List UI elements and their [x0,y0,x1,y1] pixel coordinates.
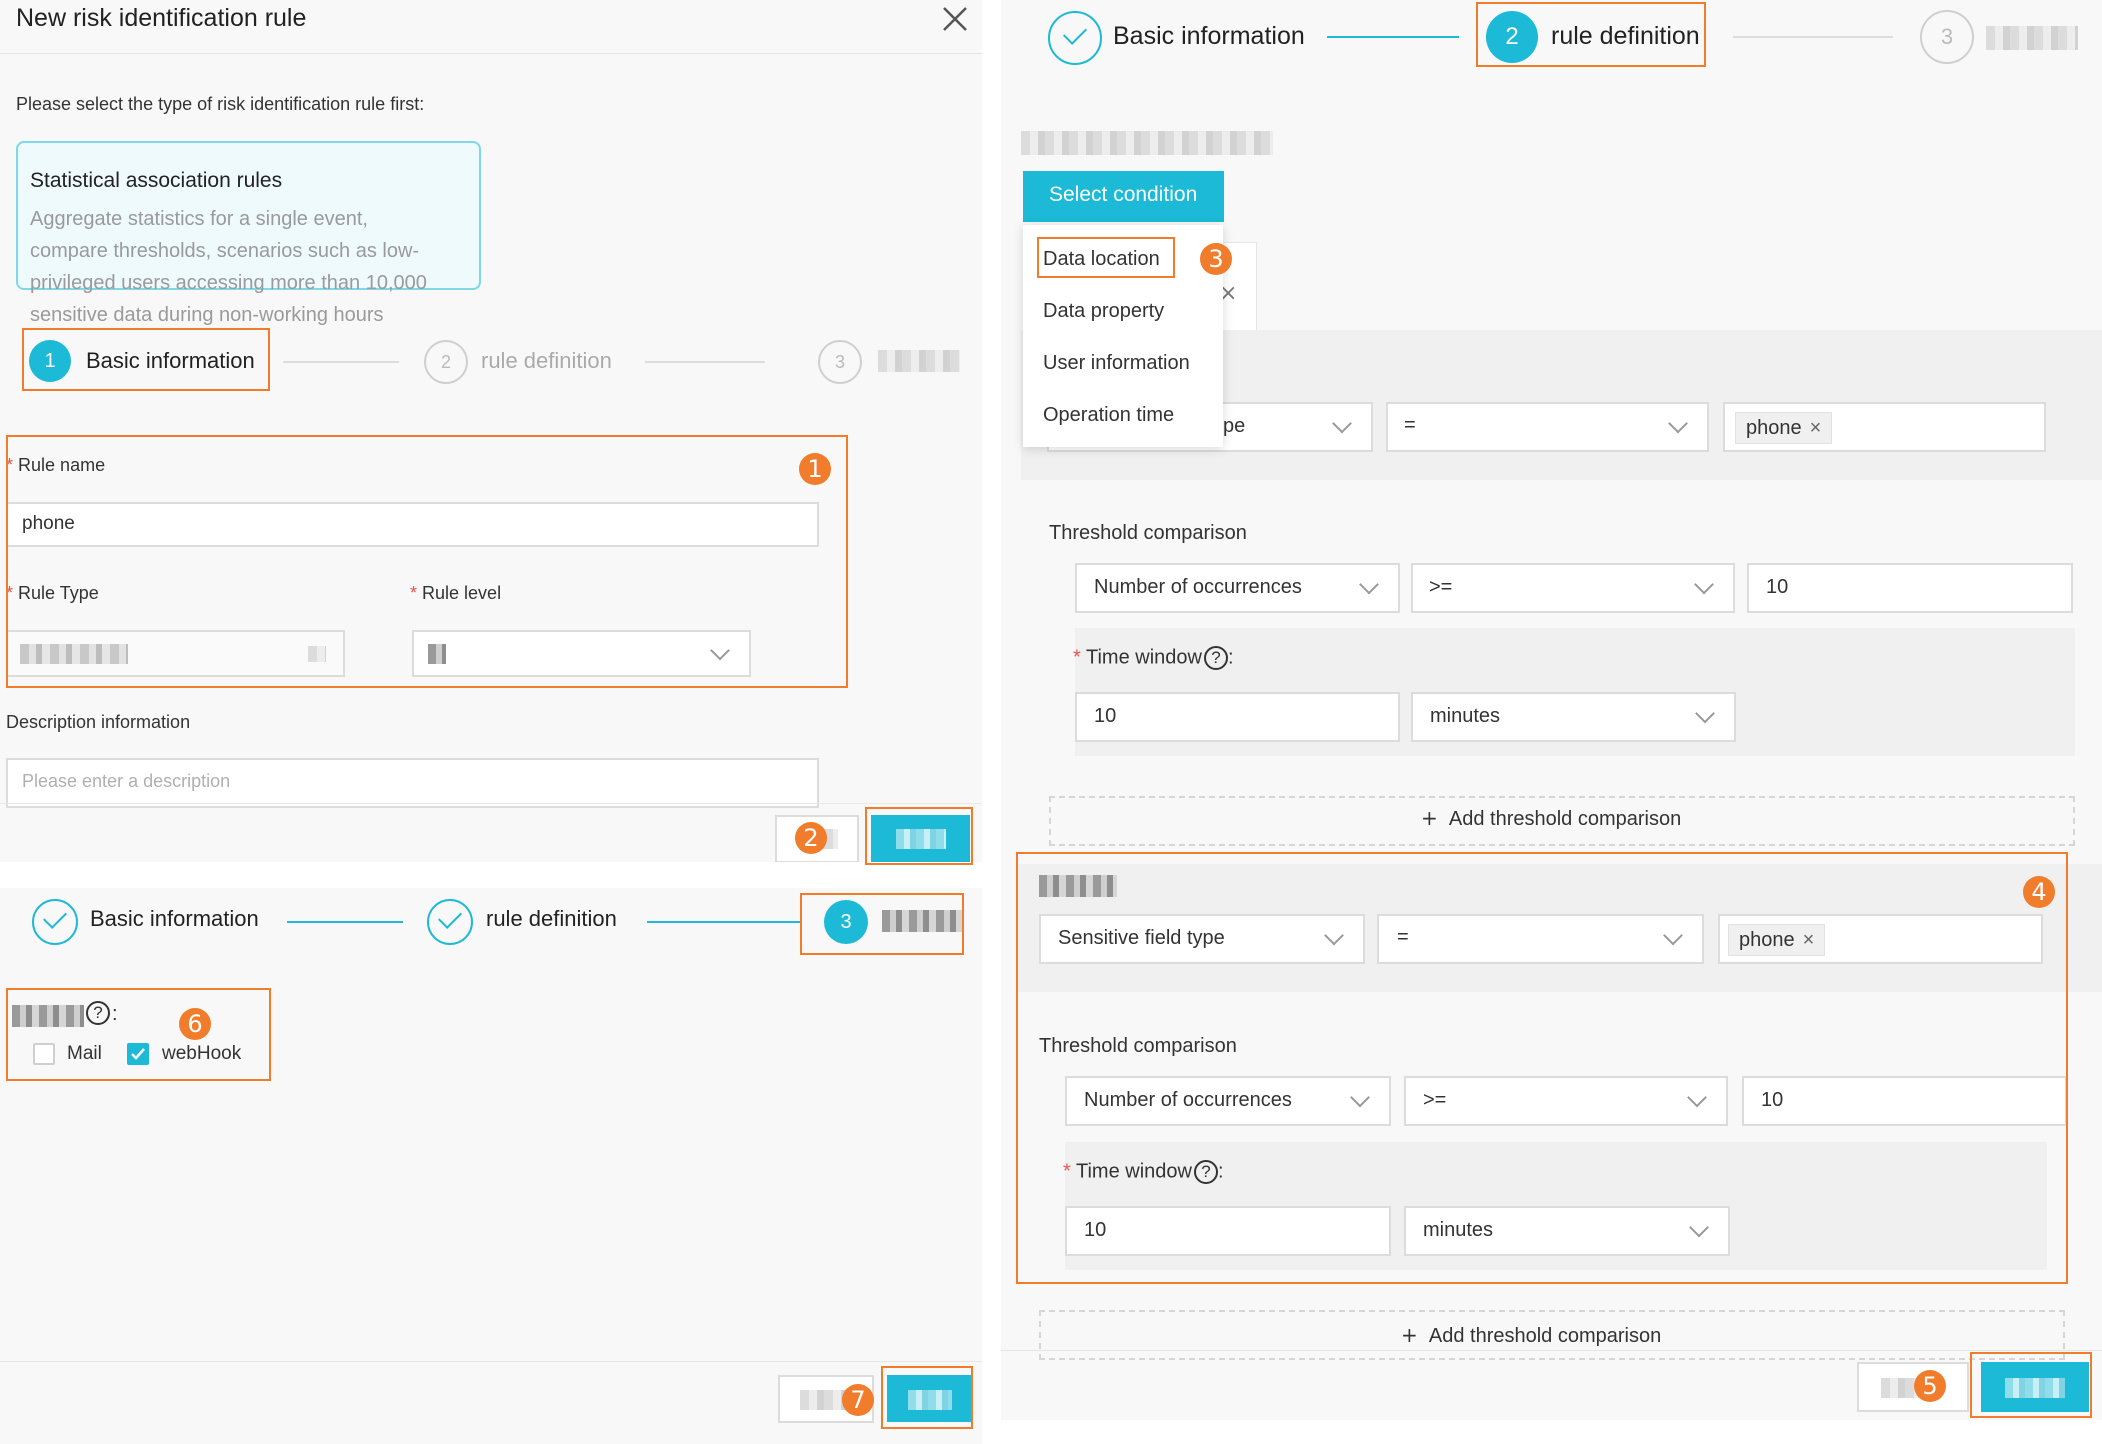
chevron-down-icon [1332,413,1352,434]
section-title-blurred [1021,131,1273,155]
tag-close-icon[interactable]: × [1810,413,1822,443]
dropdown-item-operation-time[interactable]: Operation time [1043,404,1174,427]
condition-field-partial: pe [1223,415,1246,437]
title-divider [0,53,982,54]
highlight-notify-method [6,988,271,1081]
condition-operator-select[interactable] [1386,402,1709,452]
highlight-step-rule-definition [1476,2,1706,67]
footer-divider [0,1361,982,1362]
highlight-step-basic-information [22,328,270,391]
rule-type-prompt: Please select the type of risk identific… [16,94,425,114]
step-1-label: Basic information [90,906,259,931]
card-desc-line: privileged users accessing more than 10,… [30,272,427,294]
highlight-next-button-panel1 [865,807,973,865]
marker-4: 4 [2023,876,2055,908]
step-connector [645,361,765,363]
step-done-check-icon [1048,11,1102,65]
plus-icon: + [1421,806,1438,830]
chevron-down-icon [1695,703,1715,724]
threshold-comparison-label: Threshold comparison [1049,522,1247,544]
marker-5: 5 [1914,1370,1946,1402]
phone-tag: phone × [1735,412,1833,444]
chevron-down-icon [1668,413,1688,434]
marker-6: 6 [179,1008,211,1040]
description-placeholder: Please enter a description [22,771,231,791]
step-3-circle: 3 [1920,10,1974,64]
marker-2: 2 [795,822,827,854]
condition-operator-value: = [1404,414,1416,436]
highlight-complete-button [881,1366,973,1429]
footer-divider [1001,1350,2102,1351]
dropdown-item-user-information[interactable]: User information [1043,352,1190,375]
highlight-data-location [1037,237,1175,278]
question-circle-icon: ? [1203,646,1228,670]
marker-3: 3 [1200,243,1232,275]
threshold-value-input[interactable] [1747,563,2073,613]
step-connector [647,921,800,923]
step-connector [283,361,399,363]
description-label: Description information [6,712,191,732]
step-2-label: rule definition [481,348,612,373]
dialog-title: New risk identification rule [16,4,307,32]
add-threshold-label: + Add threshold comparison [1421,806,1682,830]
step-3-label-blurred [878,350,960,372]
card-desc-line: compare thresholds, scenarios such as lo… [30,240,420,262]
select-condition-label: Select condition [1049,183,1198,206]
step-2-label: rule definition [486,906,617,931]
previous-button-label-blurred [800,1390,848,1410]
step-1-label: Basic information [1113,22,1305,50]
step-done-check-icon [427,899,473,945]
close-icon[interactable] [940,4,970,34]
time-window-label: * Time window?: [1073,646,1234,670]
highlight-step-3-panel2 [800,893,964,955]
threshold-operator-select[interactable] [1411,563,1735,613]
chevron-down-icon [1359,574,1379,595]
footer-divider [0,803,982,804]
card-desc-line: Aggregate statistics for a single event, [30,208,368,230]
highlight-next-button-panel3 [1970,1352,2092,1418]
step-3-label-blurred [1986,26,2078,50]
time-window-input[interactable] [1075,692,1400,742]
threshold-value: 10 [1766,576,1789,598]
chevron-down-icon [1694,574,1714,595]
threshold-operator-value: >= [1429,576,1453,598]
marker-1: 1 [799,453,831,485]
marker-7: 7 [842,1384,874,1416]
card-title: Statistical association rules [30,169,283,192]
time-window-value: 10 [1094,705,1117,727]
card-desc-line: sensitive data during non-working hours [30,304,384,326]
panel-step-3: Basic information rule definition 3 ? : … [0,888,982,1444]
step-connector [287,921,403,923]
add-threshold-label-2: + Add threshold comparison [1401,1323,1662,1347]
panel-basic-information: New risk identification rule Please sele… [0,0,982,862]
time-unit-value: minutes [1430,705,1501,727]
dropdown-item-data-property[interactable]: Data property [1043,300,1164,323]
step-done-check-icon [32,899,78,945]
step-connector [1327,36,1459,38]
step-connector [1733,36,1893,38]
step-3-circle: 3 [818,340,862,384]
highlight-condition-block-2 [1016,852,2068,1284]
step-2-circle: 2 [424,340,468,384]
plus-icon: + [1401,1323,1418,1347]
threshold-metric-value: Number of occurrences [1094,576,1302,598]
highlight-rule-form [6,435,848,688]
